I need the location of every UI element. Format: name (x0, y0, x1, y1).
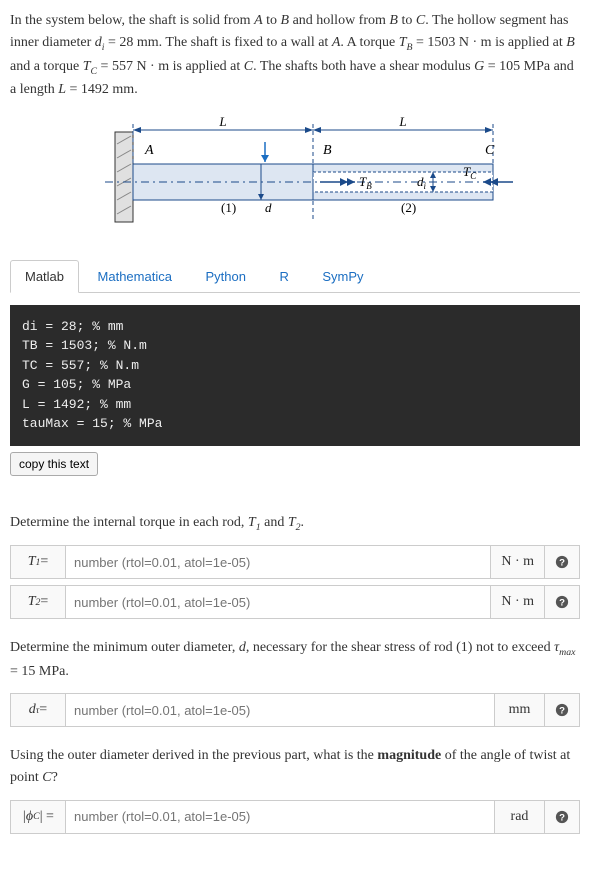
unit-d: mm (495, 693, 545, 727)
help-icon[interactable]: ? (545, 545, 580, 579)
dim-L1: L (218, 114, 226, 129)
help-icon[interactable]: ? (545, 800, 580, 834)
svg-text:B: B (323, 143, 332, 158)
answer-row-d: dτ = mm ? (10, 693, 580, 727)
input-t1[interactable] (66, 545, 491, 579)
svg-text:d: d (265, 200, 272, 215)
svg-text:C: C (485, 143, 495, 158)
label-t1: T1 = (10, 545, 66, 579)
question-2: Determine the minimum outer diameter, d,… (10, 637, 580, 683)
code-block: di = 28; % mm TB = 1503; % N.m TC = 557;… (10, 305, 580, 446)
label-t2: T2 = (10, 585, 66, 619)
answer-row-t1: T1 = N · m ? (10, 545, 580, 579)
dim-L2: L (398, 114, 406, 129)
svg-text:(2): (2) (401, 200, 416, 215)
svg-text:?: ? (559, 598, 565, 609)
answer-row-t2: T2 = N · m ? (10, 585, 580, 619)
input-phi[interactable] (66, 800, 495, 834)
label-d: dτ = (10, 693, 66, 727)
help-icon[interactable]: ? (545, 693, 580, 727)
svg-text:A: A (144, 143, 154, 158)
unit-t2: N · m (491, 585, 545, 619)
svg-text:(1): (1) (221, 200, 236, 215)
tab-sympy[interactable]: SymPy (307, 260, 378, 292)
language-tabs: Matlab Mathematica Python R SymPy (10, 259, 580, 293)
tab-matlab[interactable]: Matlab (10, 260, 79, 293)
problem-statement: In the system below, the shaft is solid … (10, 10, 580, 102)
question-3: Using the outer diameter derived in the … (10, 745, 580, 790)
tab-python[interactable]: Python (190, 260, 260, 292)
input-t2[interactable] (66, 585, 491, 619)
unit-phi: rad (495, 800, 545, 834)
tab-r[interactable]: R (264, 260, 303, 292)
input-d[interactable] (66, 693, 495, 727)
label-phi: |ϕC| = (10, 800, 66, 834)
svg-text:?: ? (559, 812, 565, 823)
question-1: Determine the internal torque in each ro… (10, 512, 580, 535)
copy-button[interactable]: copy this text (10, 452, 98, 476)
shaft-diagram: L L A B C TB TC di d (1) (2) (10, 114, 580, 239)
help-icon[interactable]: ? (545, 585, 580, 619)
answer-row-phi: |ϕC| = rad ? (10, 800, 580, 834)
unit-t1: N · m (491, 545, 545, 579)
svg-text:?: ? (559, 706, 565, 717)
tab-mathematica[interactable]: Mathematica (83, 260, 187, 292)
svg-text:?: ? (559, 558, 565, 569)
